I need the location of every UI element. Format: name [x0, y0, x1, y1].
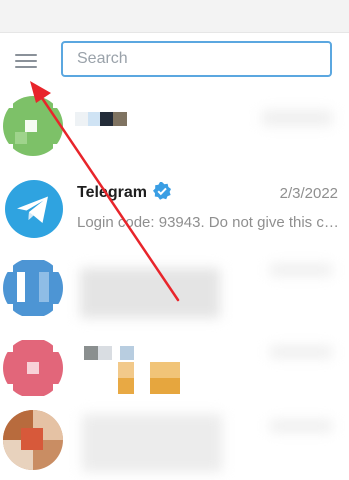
- redacted-name-block: [98, 346, 112, 360]
- hamburger-menu-icon: [15, 54, 37, 56]
- avatar: [3, 338, 63, 398]
- redacted-name-block: [118, 362, 134, 378]
- redacted-date: [262, 110, 332, 126]
- avatar: [3, 258, 63, 318]
- redacted-preview: [80, 268, 220, 318]
- chat-last-message: Login code: 93943. Do not give this code…: [77, 214, 339, 231]
- redacted-name-block: [150, 378, 180, 394]
- window-top-bar: [0, 0, 349, 33]
- redacted-preview: [82, 414, 222, 472]
- redacted-name-block: [88, 112, 100, 126]
- telegram-icon: [17, 196, 48, 223]
- chat-list-item[interactable]: [0, 248, 349, 328]
- redacted-name-block: [100, 112, 113, 126]
- search-input[interactable]: [61, 41, 332, 77]
- hamburger-line: [15, 60, 37, 62]
- chat-list-item[interactable]: [0, 328, 349, 408]
- redacted-name-block: [150, 362, 180, 378]
- hamburger-line: [15, 66, 37, 68]
- redacted-name-block: [118, 378, 134, 394]
- redacted-name-block: [120, 346, 134, 360]
- chat-date: 2/3/2022: [279, 185, 338, 202]
- chat-list-item[interactable]: [0, 400, 349, 480]
- chat-list-item-telegram[interactable]: Telegram 2/3/2022 Login code: 93943. Do …: [0, 168, 349, 248]
- avatar: [3, 410, 63, 470]
- chat-name: Telegram: [77, 184, 147, 201]
- verified-badge-icon: [153, 182, 171, 200]
- redacted-name-block: [113, 112, 127, 126]
- redacted-date: [270, 420, 332, 432]
- redacted-date: [270, 264, 332, 276]
- redacted-name: [84, 346, 98, 360]
- redacted-date: [270, 346, 332, 358]
- telegram-avatar: [5, 180, 63, 238]
- menu-button[interactable]: [10, 47, 42, 75]
- avatar: [3, 96, 63, 156]
- chat-list-item[interactable]: [0, 86, 349, 166]
